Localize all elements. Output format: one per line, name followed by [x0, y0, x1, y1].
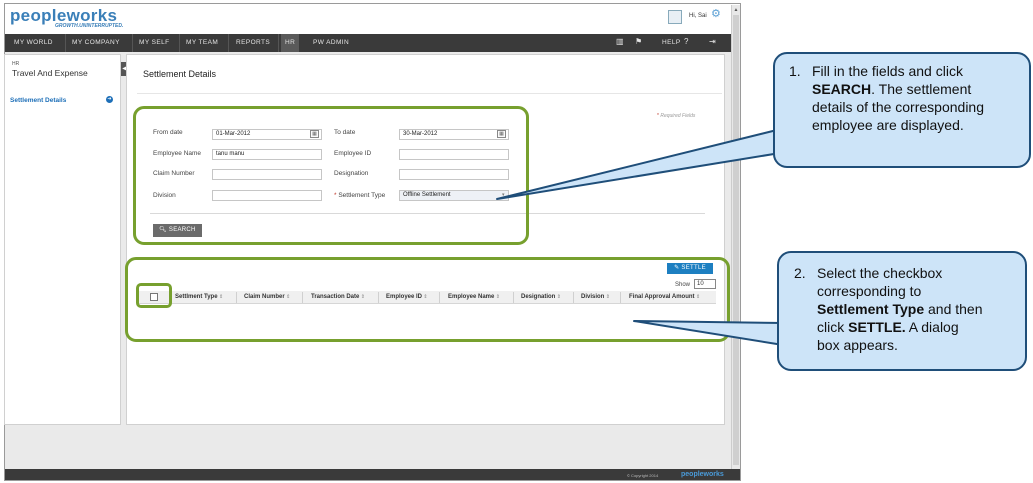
- callout-1-text: Fill in the fields and click SEARCH. The …: [812, 62, 984, 134]
- callout-line: box appears.: [817, 336, 983, 354]
- callout-segment: click: [817, 319, 849, 335]
- callout-segment: box appears.: [817, 337, 898, 353]
- callout-line: Select the checkbox: [817, 264, 983, 282]
- callout-segment: details of the corresponding: [812, 99, 984, 115]
- callout-1-pointer: [496, 127, 786, 200]
- callout-segment: Select the checkbox: [817, 265, 943, 281]
- callout-segment: corresponding to: [817, 283, 922, 299]
- callout-2-number: 2.: [794, 265, 806, 281]
- callout-segment: . The settlement: [871, 81, 972, 97]
- callout-1-number: 1.: [789, 63, 801, 79]
- callout-line: click SETTLE. A dialog: [817, 318, 983, 336]
- callout-segment: and then: [924, 301, 983, 317]
- callout-line: SEARCH. The settlement: [812, 80, 984, 98]
- callout-line: employee are displayed.: [812, 116, 984, 134]
- callout-segment: Fill in the fields and click: [812, 63, 963, 79]
- callout-emphasis: SEARCH: [812, 81, 872, 97]
- callout-2-text: Select the checkbox corresponding to Settl…: [817, 264, 983, 354]
- callout-segment: A dialog: [905, 319, 959, 335]
- callout-emphasis: SETTLE.: [848, 319, 906, 335]
- callout-line: details of the corresponding: [812, 98, 984, 116]
- callout-line: corresponding to: [817, 282, 983, 300]
- callout-line: Fill in the fields and click: [812, 62, 984, 80]
- callout-segment: employee are displayed.: [812, 117, 964, 133]
- callout-2-pointer: [633, 320, 784, 346]
- callout-line: Settlement Type and then: [817, 300, 983, 318]
- callout-emphasis: Settlement Type: [817, 301, 925, 317]
